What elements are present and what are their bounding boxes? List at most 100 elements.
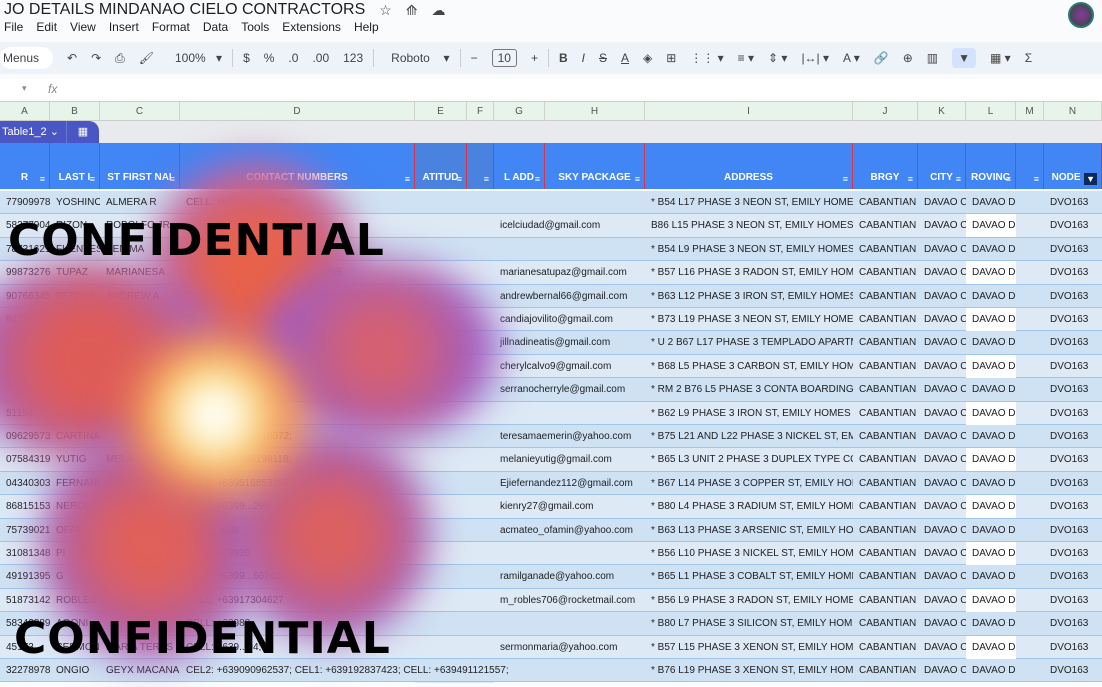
doc-title[interactable]: JO DETAILS MINDANAO CIELO CONTRACTORS (4, 1, 365, 19)
first-name-cell[interactable] (100, 495, 180, 518)
node-id-cell[interactable]: DVO163 (1044, 472, 1102, 495)
id-cell[interactable]: 84224298 (0, 308, 50, 331)
cell[interactable]: * B67 L14 PHASE 3 COPPER ST, EMILY HOME (645, 472, 853, 495)
node-id-cell[interactable]: DVO163 (1044, 214, 1102, 237)
id-cell[interactable]: 58277904 (0, 214, 50, 237)
node-id-cell[interactable]: DVO163 (1044, 285, 1102, 308)
cell[interactable]: * U 2 B67 L17 PHASE 3 TEMPLADO APARTM (645, 331, 853, 354)
brgy-cell[interactable]: CABANTIAN (853, 659, 918, 682)
province-cell[interactable]: DAVAO DEL SUR (966, 588, 1016, 612)
first-name-cell[interactable]: ALMERA R (100, 191, 180, 214)
menu-extensions[interactable]: Extensions (282, 20, 341, 34)
brgy-cell[interactable]: CABANTIAN (853, 285, 918, 308)
horizontal-align-icon[interactable]: ≡ ▾ (738, 51, 754, 65)
first-name-cell[interactable]: ROBOLFO JR (100, 214, 180, 237)
cell[interactable]: * B80 L4 PHASE 3 RADIUM ST, EMILY HOMES (645, 495, 853, 518)
table-header-cell[interactable]: LAST I ≡ (50, 143, 100, 189)
first-name-cell[interactable] (100, 355, 180, 378)
brgy-cell[interactable]: CABANTIAN (853, 378, 918, 401)
id-cell[interactable]: 58342889 (0, 612, 50, 635)
brgy-cell[interactable]: CABANTIAN (853, 636, 918, 659)
last-name-cell[interactable]: G (50, 565, 100, 588)
node-id-cell[interactable]: DVO163 (1044, 331, 1102, 354)
last-name-cell[interactable]: ONGIO (50, 659, 100, 682)
id-cell[interactable]: 51873142 (0, 589, 50, 612)
brgy-cell[interactable]: CABANTIAN (853, 542, 918, 565)
cell[interactable]: * B63 L12 PHASE 3 IRON ST, EMILY HOMES S (645, 285, 853, 308)
menu-data[interactable]: Data (203, 20, 228, 34)
column-header-K[interactable]: K (918, 102, 966, 121)
table-name-chip[interactable]: Table1_2 ⌄ ▦ (0, 121, 99, 143)
table-header-cell[interactable]: CITY ≡ (918, 143, 966, 189)
city-cell[interactable]: DAVAO CITY (918, 519, 966, 542)
cell[interactable]: * B56 L10 PHASE 3 NICKEL ST, EMILY HOMES (645, 542, 853, 565)
brgy-cell[interactable]: CABANTIAN (853, 191, 918, 214)
filter-icon[interactable]: ≡ (90, 173, 95, 185)
cell[interactable]: B86 L15 PHASE 3 NEON ST, EMILY HOMES SU (645, 214, 853, 237)
avatar[interactable] (1068, 2, 1094, 28)
province-cell[interactable]: DAVAO DEL SUR (966, 542, 1016, 565)
city-cell[interactable]: DAVAO CITY (918, 589, 966, 612)
chart-icon[interactable]: ▥ (927, 51, 938, 65)
cell[interactable]: * B73 L19 PHASE 3 NEON ST, EMILY HOMES (645, 308, 853, 331)
menu-insert[interactable]: Insert (109, 20, 139, 34)
menu-edit[interactable]: Edit (36, 20, 57, 34)
cell[interactable]: * B62 L9 PHASE 3 IRON ST, EMILY HOMES SU (645, 402, 853, 425)
filter-icon[interactable]: ≡ (170, 173, 175, 185)
filter-icon[interactable]: ≡ (40, 173, 45, 185)
province-cell[interactable]: DAVAO DEL SUR (966, 565, 1016, 588)
font-select[interactable]: Roboto ▾ (384, 51, 449, 65)
cell[interactable]: * B75 L21 AND L22 PHASE 3 NICKEL ST, EMI… (645, 425, 853, 448)
node-id-cell[interactable]: DVO163 (1044, 355, 1102, 378)
brgy-cell[interactable]: CABANTIAN (853, 355, 918, 378)
decrease-decimal-button[interactable]: .0 (288, 51, 298, 65)
last-name-cell[interactable]: NEROSA (50, 495, 100, 518)
node-id-cell[interactable]: DVO163 (1044, 261, 1102, 284)
first-name-cell[interactable] (100, 378, 180, 401)
filter-icon[interactable]: ▼ (952, 48, 976, 68)
last-name-cell[interactable]: TUPAZ (50, 261, 100, 284)
more-formats-button[interactable]: 123 (343, 51, 363, 65)
first-name-cell[interactable] (100, 542, 180, 565)
table-header-cell[interactable]: L ADD ≡ (494, 143, 545, 189)
table-header-cell[interactable]: ST FIRST NAI ≡ (100, 143, 180, 189)
first-name-cell[interactable]: MARIANESA (100, 261, 180, 284)
merge-cells-icon[interactable]: ⋮⋮ ▾ (690, 51, 723, 65)
first-name-cell[interactable]: MELA (100, 448, 180, 471)
cell[interactable]: * B65 L1 PHASE 3 COBALT ST, EMILY HOMES (645, 565, 853, 588)
city-cell[interactable]: DAVAO CITY (918, 308, 966, 331)
province-cell[interactable]: DAVAO DEL SUR (966, 214, 1016, 238)
node-id-cell[interactable]: DVO163 (1044, 378, 1102, 401)
increase-decimal-button[interactable]: .00 (312, 51, 329, 65)
last-name-cell[interactable]: ROBLES (50, 589, 100, 612)
table-header-cell[interactable]: ≡ (467, 143, 494, 189)
strikethrough-icon[interactable]: S (599, 51, 607, 65)
province-cell[interactable]: DAVAO DEL SUR (966, 472, 1016, 495)
city-cell[interactable]: DAVAO CITY (918, 378, 966, 401)
menus-search-button[interactable]: Menus (0, 47, 54, 69)
fill-color-icon[interactable]: ◈ (643, 51, 652, 65)
city-cell[interactable]: DAVAO CITY (918, 636, 966, 659)
city-cell[interactable]: DAVAO CITY (918, 261, 966, 284)
first-name-cell[interactable]: RE (100, 472, 180, 495)
borders-icon[interactable]: ⊞ (666, 51, 676, 65)
filter-icon[interactable]: ▼ (1084, 173, 1097, 185)
first-name-cell[interactable]: ANDREW A (100, 285, 180, 308)
brgy-cell[interactable]: CABANTIAN (853, 565, 918, 588)
first-name-cell[interactable] (100, 425, 180, 448)
province-cell[interactable]: DAVAO DEL SUR (966, 308, 1016, 331)
province-cell[interactable]: DAVAO DEL SUR (966, 285, 1016, 308)
cell[interactable]: * RM 2 B76 L5 PHASE 3 CONTA BOARDING H (645, 378, 853, 401)
province-cell[interactable]: DAVAO DEL SUR (966, 425, 1016, 448)
brgy-cell[interactable]: CABANTIAN (853, 519, 918, 542)
table-header-cell[interactable]: ROVINC ≡ (966, 143, 1016, 189)
brgy-cell[interactable]: CABANTIAN (853, 261, 918, 284)
province-cell[interactable]: DAVAO DEL SUR (966, 635, 1016, 659)
id-cell[interactable]: 99873276 (0, 261, 50, 284)
menu-tools[interactable]: Tools (241, 20, 269, 34)
column-header-E[interactable]: E (415, 102, 467, 121)
id-cell[interactable]: 90766345 (0, 285, 50, 308)
cell[interactable]: * B56 L9 PHASE 3 RADON ST, EMILY HOMES (645, 589, 853, 612)
id-cell[interactable]: 86815153 (0, 495, 50, 518)
last-name-cell[interactable]: YOSHINO (50, 191, 100, 214)
